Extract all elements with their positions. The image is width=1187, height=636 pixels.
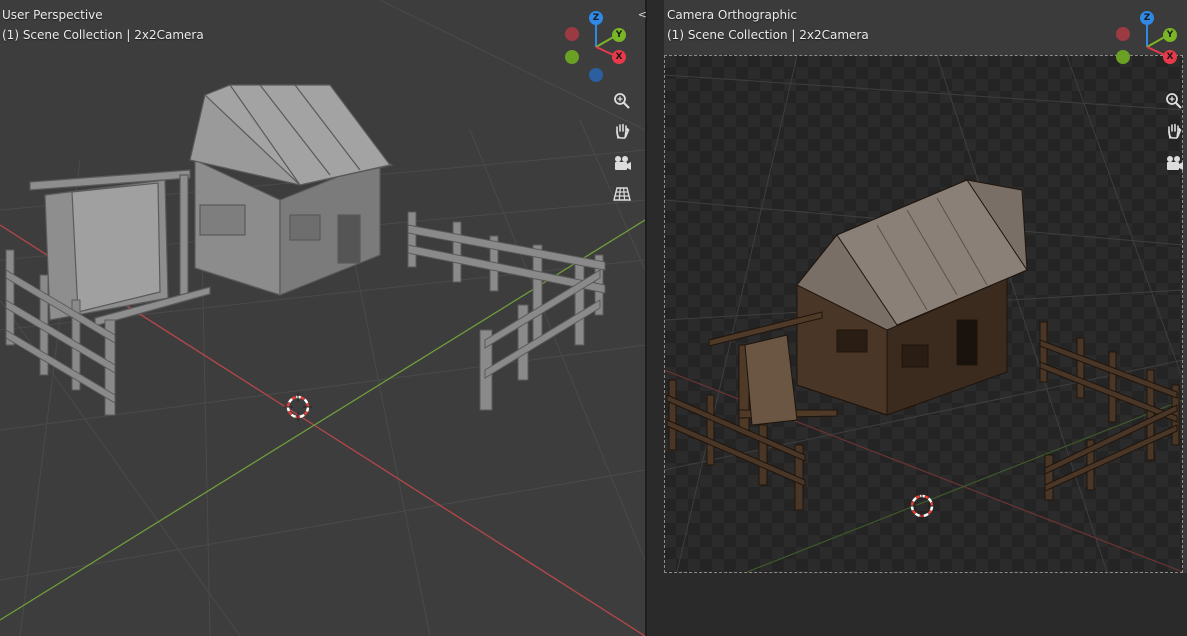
scene-collection-label: (1) Scene Collection | 2x2Camera (667, 28, 869, 42)
gizmo-neg-z-axis[interactable] (589, 68, 603, 82)
gizmo-neg-x-axis[interactable] (565, 27, 579, 41)
camera-icon[interactable] (1161, 150, 1187, 176)
gizmo-x-axis[interactable]: X (1163, 50, 1177, 64)
zoom-icon[interactable] (609, 88, 635, 114)
hand-icon[interactable] (1161, 118, 1187, 144)
left-viewport-header: User Perspective (1) Scene Collection | … (2, 5, 204, 45)
right-viewport-header: Camera Orthographic (1) Scene Collection… (667, 5, 869, 45)
viewport-title: Camera Orthographic (667, 8, 797, 22)
viewport-camera-orthographic[interactable]: Camera Orthographic (1) Scene Collection… (647, 0, 1187, 636)
gizmo-neg-y-axis[interactable] (565, 50, 579, 64)
gizmo-y-axis[interactable]: Y (1163, 28, 1177, 42)
viewport-user-perspective[interactable]: User Perspective (1) Scene Collection | … (0, 0, 645, 636)
gizmo-z-axis[interactable]: Z (1140, 11, 1154, 25)
gizmo-neg-x-axis[interactable] (1116, 27, 1130, 41)
3d-cursor (284, 393, 312, 421)
grid-icon[interactable] (609, 181, 635, 207)
gizmo-y-axis[interactable]: Y (612, 28, 626, 42)
camera-icon[interactable] (609, 150, 635, 176)
gizmo-z-axis[interactable]: Z (589, 11, 603, 25)
scene-collection-label: (1) Scene Collection | 2x2Camera (2, 28, 204, 42)
gizmo-neg-y-axis[interactable] (1116, 50, 1130, 64)
right-fence-model (407, 211, 606, 411)
hut-model (189, 84, 394, 296)
gizmo-x-axis[interactable]: X (612, 50, 626, 64)
camera-frame-border (664, 55, 1183, 573)
perspective-scene[interactable] (0, 0, 645, 636)
hand-icon[interactable] (609, 118, 635, 144)
viewport-title: User Perspective (2, 8, 103, 22)
zoom-icon[interactable] (1161, 88, 1187, 114)
